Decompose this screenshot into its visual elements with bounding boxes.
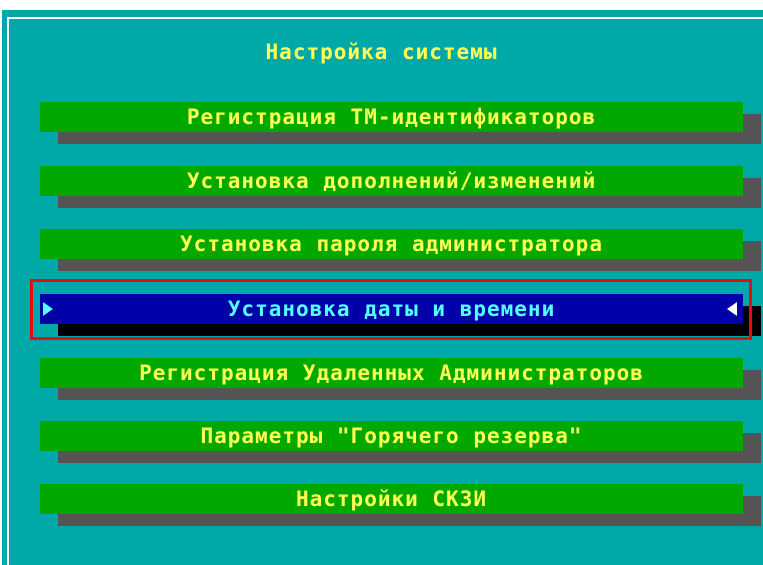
menu-item-label: Установка пароля администратора xyxy=(40,229,743,259)
menu-item-label: Регистрация ТМ-идентификаторов xyxy=(40,102,743,132)
selection-highlight-box xyxy=(30,279,752,340)
menu-item-remote-admins[interactable]: Регистрация Удаленных Администраторов xyxy=(40,358,761,400)
menu-item-admin-password[interactable]: Установка пароля администратора xyxy=(40,229,761,271)
menu-item-skzi-settings[interactable]: Настройки СКЗИ xyxy=(40,484,761,526)
frame-border-top xyxy=(7,17,763,19)
menu-item-label: Регистрация Удаленных Администраторов xyxy=(40,358,743,388)
menu-item-install-updates[interactable]: Установка дополнений/изменений xyxy=(40,166,761,208)
frame-border-left xyxy=(7,17,9,565)
menu-item-hot-standby[interactable]: Параметры "Горячего резерва" xyxy=(40,421,761,463)
dialog-title: Настройка системы xyxy=(265,40,498,64)
menu-item-label: Параметры "Горячего резерва" xyxy=(40,421,743,451)
menu-item-label: Установка дополнений/изменений xyxy=(40,166,743,196)
menu-item-tm-identifiers[interactable]: Регистрация ТМ-идентификаторов xyxy=(40,102,761,144)
menu-item-label: Настройки СКЗИ xyxy=(40,484,743,514)
